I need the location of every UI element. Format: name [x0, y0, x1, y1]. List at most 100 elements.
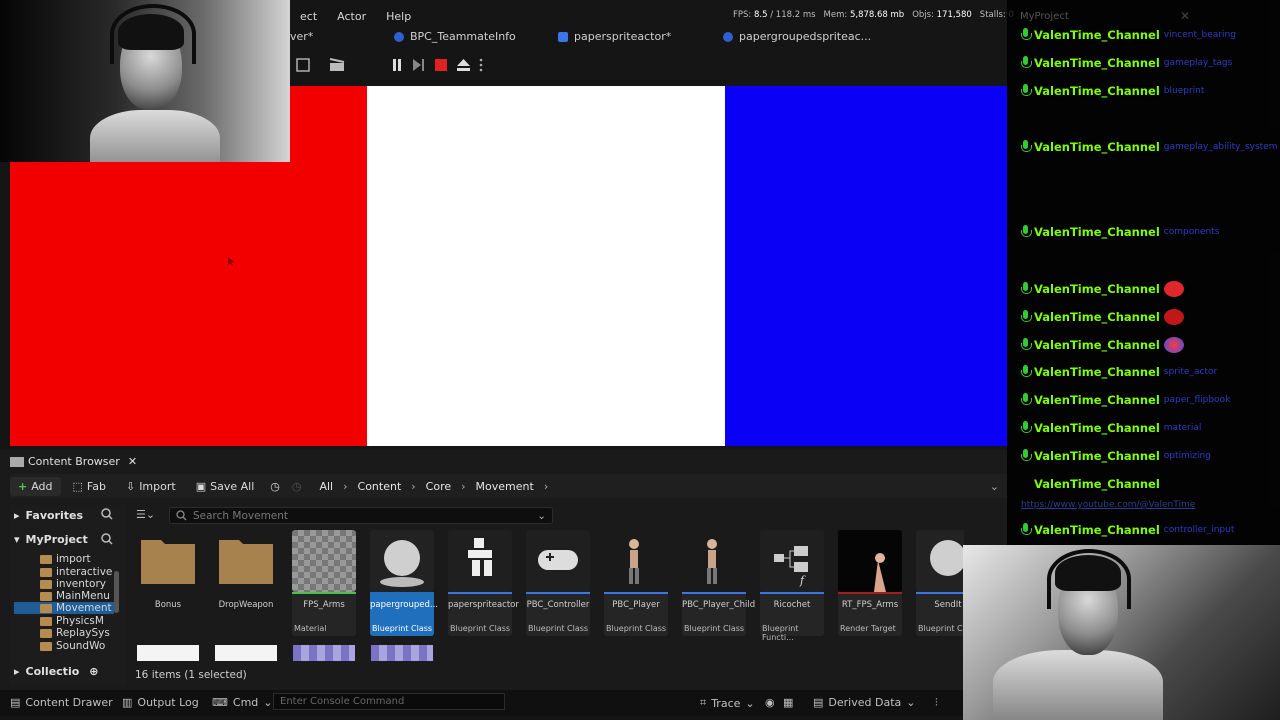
forward-history-button[interactable]: ◷ [288, 480, 306, 493]
chat-message: ValenTime_Channel gameplay_ability_system [1021, 140, 1278, 154]
add-icon[interactable]: ⊕ [89, 665, 98, 678]
folder-physics[interactable]: PhysicsM [40, 615, 104, 627]
folder-inventory[interactable]: inventory [40, 578, 106, 590]
folder-sound[interactable]: SoundWo [40, 640, 105, 652]
chevron-down-icon: ⌄ [263, 696, 273, 709]
step-forward-button[interactable] [410, 57, 428, 73]
chat-message: ValenTime_Channel gameplay_tags [1021, 56, 1232, 70]
tab-label: Content Browser [28, 454, 120, 468]
folder-import[interactable]: import [40, 553, 91, 565]
folder-interactive[interactable]: interactive [40, 566, 112, 578]
back-history-button[interactable]: ◷ [266, 480, 284, 493]
more-options-icon[interactable] [476, 57, 486, 73]
derived-data-dropdown[interactable]: ▤ Derived Data ⌄ [813, 696, 915, 709]
folder-icon [40, 628, 52, 638]
import-icon: ⇩ [125, 479, 136, 493]
fps-stat: FPS: 8.5 / 118.2 ms [733, 10, 816, 20]
project-header[interactable]: ▾ MyProject [14, 533, 88, 546]
function-library-icon: f [760, 530, 824, 592]
perf-stats: FPS: 8.5 / 118.2 ms Mem: 5,878.68 mb Obj… [733, 10, 1014, 20]
filter-icon[interactable]: ☰⌄ [136, 508, 155, 521]
breadcrumb-item[interactable]: Movement [476, 480, 534, 493]
folder-icon [40, 616, 52, 626]
favorites-header[interactable]: ▸ Favorites [14, 509, 83, 522]
folder-movement[interactable]: Movement [14, 602, 114, 614]
menu-item-help[interactable]: Help [376, 10, 421, 23]
chat-link[interactable]: https://www.youtube.com/@ValenTime [1021, 500, 1195, 510]
fab-button[interactable]: ⬚ Fab [65, 477, 114, 496]
record-icon[interactable]: ◉ [765, 696, 775, 709]
clapper-icon[interactable] [326, 57, 352, 73]
add-button[interactable]: + Add [10, 476, 61, 496]
blueprint-icon [394, 31, 404, 42]
menu-item-select[interactable]: ect [290, 10, 327, 23]
sphere-icon [916, 530, 964, 592]
collections-header[interactable]: ▸ Collectio ⊕ [14, 665, 99, 678]
microphone-icon [1021, 421, 1032, 435]
asset-thumbnail-partial[interactable] [215, 645, 277, 661]
asset-tile[interactable]: f Ricochet Blueprint Functi... [760, 530, 824, 642]
asset-tile[interactable]: paperspriteactor Blueprint Class [448, 530, 519, 636]
asset-tile[interactable]: PBC_Controller Blueprint Class [526, 530, 590, 636]
chevron-down-icon[interactable]: ⌄ [990, 480, 999, 493]
stop-button[interactable] [432, 57, 450, 73]
tab-papergroupedspriteactor[interactable]: papergroupedspriteac... [723, 30, 871, 43]
chevron-down-icon: ⌄ [745, 696, 755, 710]
breadcrumb-item[interactable]: Content [358, 480, 402, 493]
objs-stat: Objs: 171,580 [912, 10, 972, 20]
folder-replay[interactable]: ReplaySys [40, 627, 110, 639]
asset-thumbnail-partial[interactable] [293, 645, 355, 661]
character-icon [604, 530, 668, 592]
asset-tile-selected[interactable]: papergrouped... Blueprint Class [370, 530, 438, 636]
chevron-down-icon: ▾ [14, 533, 20, 546]
content-browser-tab[interactable]: Content Browser ✕ [10, 452, 137, 470]
content-drawer-button[interactable]: ▤ Content Drawer [10, 696, 113, 709]
gamepad-icon [526, 530, 590, 592]
trace-dropdown[interactable]: ⌗ Trace ⌄ [700, 696, 755, 710]
asset-thumbnail-partial[interactable] [371, 645, 433, 661]
asset-tile[interactable]: PBC_Player_Child Blueprint Class [682, 530, 755, 636]
console-command-input[interactable]: Enter Console Command [273, 693, 505, 710]
tab-bpc-teammateinfo[interactable]: BPC_TeammateInfo [394, 30, 516, 43]
flag-white-stripe [367, 86, 725, 446]
content-browser-toolbar: + Add ⬚ Fab ⇩ Import ▣ Save All ◷ ◷ All › Con… [10, 474, 1007, 498]
folder-mainmenu[interactable]: MainMenu [40, 590, 110, 602]
import-button[interactable]: ⇩ Import [118, 477, 184, 496]
source-control-icon[interactable]: ⫶ [935, 696, 938, 710]
tab-label: ver* [290, 30, 314, 43]
close-icon[interactable]: ✕ [128, 455, 137, 468]
asset-tile[interactable]: Bonus [136, 530, 200, 636]
menu-item-actor[interactable]: Actor [327, 10, 376, 23]
asset-tile[interactable]: FPS_Arms Material [292, 530, 356, 636]
item-count-status: 16 items (1 selected) [135, 669, 247, 681]
output-log-button[interactable]: ▥ Output Log [122, 696, 199, 709]
search-icon[interactable] [101, 533, 113, 548]
pause-button[interactable] [388, 57, 406, 73]
chat-message: ValenTime_Channel paper_flipbook [1021, 393, 1230, 407]
asset-tile[interactable]: PBC_Player Blueprint Class [604, 530, 668, 636]
search-icon[interactable] [101, 508, 113, 523]
chat-message: ValenTime_Channel material [1021, 421, 1201, 435]
breadcrumb-item[interactable]: All [319, 480, 333, 493]
microphone-icon [1021, 140, 1032, 154]
chat-message: ValenTime_Channel [1021, 337, 1184, 353]
eject-button[interactable] [454, 57, 472, 73]
screenshot-icon[interactable]: ▦ [783, 696, 793, 709]
asset-tile[interactable]: RT_FPS_Arms Render Target [838, 530, 902, 636]
tree-scrollbar[interactable] [114, 571, 119, 613]
transform-icon[interactable] [292, 57, 314, 73]
microphone-icon [1021, 393, 1032, 407]
tab-level[interactable]: ver* [290, 30, 313, 43]
stream-chat-overlay [1007, 0, 1280, 545]
asset-thumbnail-partial[interactable] [137, 645, 199, 661]
cmd-dropdown[interactable]: ⌨ Cmd ⌄ [212, 696, 273, 709]
tab-paperspriteactor[interactable]: paperspriteactor* [558, 30, 671, 43]
microphone-icon [1021, 225, 1032, 239]
chevron-down-icon: ⌄ [537, 509, 546, 522]
asset-tile[interactable]: DropWeapon [214, 530, 278, 636]
asset-tile[interactable]: SendIt Blueprint Clas [916, 530, 964, 636]
breadcrumb-item[interactable]: Core [426, 480, 451, 493]
asset-search-input[interactable]: Search Movement ⌄ [169, 507, 553, 524]
search-icon [176, 510, 187, 521]
save-all-button[interactable]: ▣ Save All [188, 477, 263, 496]
